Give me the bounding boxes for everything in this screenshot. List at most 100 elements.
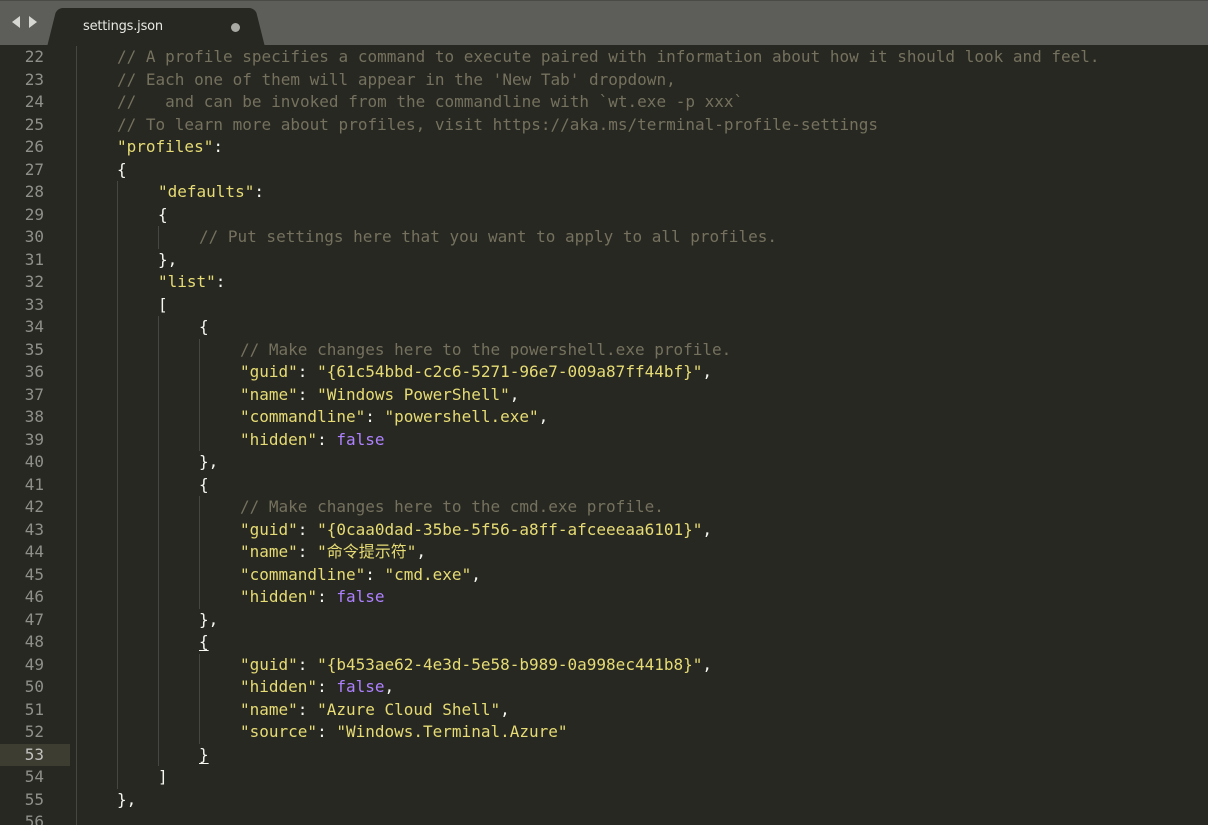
indent-guide: [199, 496, 200, 609]
code-token: :: [317, 677, 337, 696]
code-token: },: [158, 249, 178, 269]
code-token: "Azure Cloud Shell": [317, 699, 501, 719]
code-line[interactable]: },: [199, 451, 218, 474]
code-token: "commandline": [240, 407, 366, 426]
code-token: ,: [702, 519, 713, 539]
code-line[interactable]: "guid": "{0caa0dad-35be-5f56-a8ff-afceee…: [240, 519, 712, 542]
code-line[interactable]: {: [199, 474, 209, 497]
code-line[interactable]: "guid": "{b453ae62-4e3d-5e58-b989-0a998e…: [240, 654, 712, 677]
code-token: ,: [384, 677, 395, 696]
code-token: "name": [240, 542, 298, 561]
code-area[interactable]: // A profile specifies a command to exec…: [0, 45, 1208, 825]
code-token: "guid": [240, 519, 298, 539]
code-token: "name": [240, 384, 298, 404]
code-line[interactable]: "hidden": false,: [240, 676, 394, 699]
code-token: {: [199, 317, 209, 336]
code-token: ,: [500, 699, 510, 719]
code-line[interactable]: "guid": "{61c54bbd-c2c6-5271-96e7-009a87…: [240, 361, 712, 384]
code-line[interactable]: "hidden": false: [240, 586, 385, 609]
code-token: ,: [702, 362, 713, 381]
code-token: ,: [471, 564, 481, 584]
code-token: "命令提示符": [317, 542, 417, 561]
code-line[interactable]: {: [158, 204, 168, 227]
code-token: "Windows PowerShell": [317, 384, 510, 404]
code-token: :: [317, 722, 337, 741]
code-token: :: [317, 587, 337, 606]
code-token: {: [117, 159, 127, 179]
code-line[interactable]: // A profile specifies a command to exec…: [117, 46, 1100, 69]
tab-label: settings.json: [83, 19, 163, 34]
code-line[interactable]: "commandline": "cmd.exe",: [240, 564, 481, 587]
code-token: "profiles": [117, 137, 214, 156]
code-token: "{b453ae62-4e3d-5e58-b989-0a998ec441b8}": [317, 654, 703, 674]
code-token: ,: [416, 542, 426, 561]
indent-guide: [76, 46, 77, 825]
code-line[interactable]: // Put settings here that you want to ap…: [199, 226, 777, 249]
code-token: "guid": [240, 654, 298, 674]
tab-settings-json[interactable]: settings.json: [58, 8, 254, 46]
code-line[interactable]: "name": "命令提示符",: [240, 541, 426, 564]
code-token: ]: [158, 767, 168, 786]
code-token: :: [297, 654, 318, 674]
code-line[interactable]: "commandline": "powershell.exe",: [240, 406, 548, 429]
code-line[interactable]: ]: [158, 766, 168, 789]
code-token: :: [297, 384, 318, 404]
code-token: :: [317, 429, 337, 449]
code-line[interactable]: "profiles":: [117, 136, 223, 159]
code-token: :: [215, 272, 226, 291]
code-line[interactable]: "name": "Azure Cloud Shell",: [240, 699, 510, 722]
indent-guide: [158, 316, 159, 766]
code-line[interactable]: }: [199, 744, 209, 767]
code-line[interactable]: },: [199, 609, 218, 632]
tab-bar: settings.json: [0, 0, 1208, 46]
code-line[interactable]: "list":: [158, 271, 225, 294]
unsaved-dot-icon[interactable]: [231, 23, 240, 32]
code-line[interactable]: // Make changes here to the cmd.exe prof…: [240, 496, 664, 519]
code-token: "source": [240, 722, 318, 741]
code-line[interactable]: [: [158, 294, 168, 317]
code-token: "guid": [240, 362, 298, 381]
code-token: // Each one of them will appear in the '…: [117, 69, 676, 89]
code-token: }: [199, 744, 209, 764]
triangle-left-icon[interactable]: [10, 15, 22, 29]
code-line[interactable]: {: [117, 159, 127, 182]
code-token: "list": [158, 272, 216, 291]
code-token: {: [199, 474, 209, 494]
code-token: ,: [509, 384, 520, 404]
code-token: "powershell.exe": [384, 407, 539, 426]
code-token: "commandline": [240, 564, 366, 584]
code-token: "name": [240, 699, 298, 719]
code-line[interactable]: "defaults":: [158, 181, 264, 204]
code-line[interactable]: },: [117, 789, 136, 812]
code-token: "{61c54bbd-c2c6-5271-96e7-009a87ff44bf}": [317, 362, 703, 381]
code-line[interactable]: // Make changes here to the powershell.e…: [240, 339, 731, 362]
code-token: :: [254, 182, 264, 201]
code-token: {: [199, 632, 209, 651]
code-line[interactable]: "hidden": false: [240, 429, 385, 452]
code-line[interactable]: // and can be invoked from the commandli…: [117, 91, 743, 114]
code-editor[interactable]: 22 23 24 25 26 27 28 29 30 31 32 33 34 35 36 37 38 39 40 41…: [0, 45, 1208, 825]
code-line[interactable]: "source": "Windows.Terminal.Azure": [240, 721, 568, 744]
code-token: },: [117, 789, 137, 809]
code-line[interactable]: {: [199, 316, 209, 339]
code-token: :: [297, 542, 318, 561]
code-token: :: [213, 137, 223, 156]
code-token: // A profile specifies a command to exec…: [117, 47, 1100, 66]
code-token: "hidden": [240, 587, 318, 606]
indent-guide: [158, 226, 159, 249]
code-token: "Windows.Terminal.Azure": [336, 722, 568, 741]
code-token: },: [199, 609, 219, 629]
code-token: false: [336, 677, 385, 696]
code-token: false: [336, 429, 385, 449]
code-token: "hidden": [240, 677, 318, 696]
code-line[interactable]: {: [199, 631, 209, 654]
code-line[interactable]: // To learn more about profiles, visit h…: [117, 114, 878, 137]
editor-window: settings.json 22 23 24 25 26 27 28 29 30 31 32 33 34…: [0, 0, 1208, 825]
code-line[interactable]: // Each one of them will appear in the '…: [117, 69, 676, 92]
triangle-right-icon[interactable]: [26, 15, 38, 29]
code-token: },: [199, 452, 219, 471]
tab-navigation: [10, 15, 38, 31]
code-line[interactable]: },: [158, 249, 177, 272]
code-line[interactable]: "name": "Windows PowerShell",: [240, 384, 519, 407]
code-token: :: [365, 407, 385, 426]
